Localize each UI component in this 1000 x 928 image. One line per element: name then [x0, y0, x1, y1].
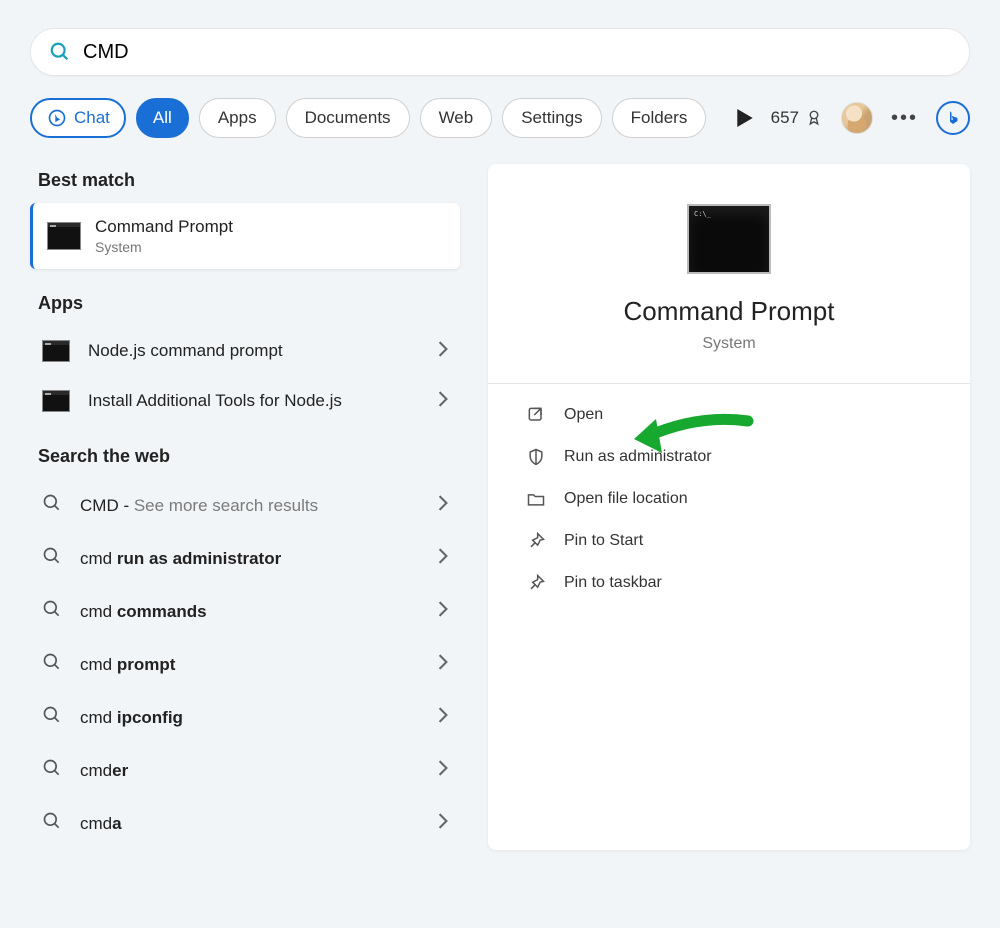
pin-icon: [526, 573, 546, 593]
web-item-label: cmd ipconfig: [80, 708, 420, 728]
app-item-node-tools[interactable]: Install Additional Tools for Node.js: [30, 376, 460, 426]
chevron-right-icon: [438, 391, 448, 412]
web-item-label: CMD - See more search results: [80, 496, 420, 516]
preview-panel: Command Prompt System Open Run as admini…: [488, 164, 970, 850]
points-count: 657: [771, 108, 799, 128]
filter-folders-label: Folders: [631, 108, 688, 128]
divider: [488, 383, 970, 384]
chevron-right-icon: [438, 495, 448, 516]
web-search-item[interactable]: cmd ipconfig: [30, 691, 460, 744]
chevron-right-icon: [438, 760, 448, 781]
action-pin-start[interactable]: Pin to Start: [512, 520, 946, 562]
filter-apps-label: Apps: [218, 108, 257, 128]
action-run-admin-label: Run as administrator: [564, 448, 712, 466]
filter-apps[interactable]: Apps: [199, 98, 276, 138]
play-icon[interactable]: [737, 109, 753, 127]
terminal-icon: [42, 390, 70, 412]
bing-icon[interactable]: [936, 101, 970, 135]
search-icon: [42, 652, 62, 677]
web-search-item[interactable]: cmd commands: [30, 585, 460, 638]
action-open-location-label: Open file location: [564, 490, 688, 508]
chevron-right-icon: [438, 548, 448, 569]
app-item-label: Node.js command prompt: [88, 341, 420, 361]
results-column: Best match Command Prompt System Apps No…: [30, 164, 460, 850]
search-input[interactable]: [83, 41, 951, 64]
section-best-match: Best match: [30, 164, 460, 203]
filter-all[interactable]: All: [136, 98, 189, 138]
search-icon: [42, 599, 62, 624]
user-avatar[interactable]: [841, 102, 873, 134]
command-prompt-large-icon: [687, 204, 771, 274]
pin-icon: [526, 531, 546, 551]
chat-chip-label: Chat: [74, 108, 110, 128]
chevron-right-icon: [438, 654, 448, 675]
action-pin-taskbar-label: Pin to taskbar: [564, 574, 662, 592]
shield-icon: [526, 447, 546, 467]
web-item-label: cmd prompt: [80, 655, 420, 675]
app-item-node-prompt[interactable]: Node.js command prompt: [30, 326, 460, 376]
medal-icon: [805, 108, 823, 128]
search-bar[interactable]: [30, 28, 970, 76]
search-icon: [42, 705, 62, 730]
web-item-label: cmder: [80, 761, 420, 781]
action-run-admin[interactable]: Run as administrator: [512, 436, 946, 478]
terminal-icon: [42, 340, 70, 362]
open-icon: [526, 405, 546, 425]
search-icon: [49, 41, 71, 63]
command-prompt-icon: [47, 222, 81, 250]
web-item-label: cmd commands: [80, 602, 420, 622]
filter-folders[interactable]: Folders: [612, 98, 707, 138]
section-search-web: Search the web: [30, 440, 460, 479]
filter-row: Chat All Apps Documents Web Settings Fol…: [30, 98, 970, 138]
search-icon: [42, 758, 62, 783]
action-open[interactable]: Open: [512, 394, 946, 436]
web-search-item[interactable]: cmd run as administrator: [30, 532, 460, 585]
filter-web[interactable]: Web: [420, 98, 493, 138]
section-apps: Apps: [30, 287, 460, 326]
bing-chat-icon: [46, 107, 68, 129]
filter-all-label: All: [153, 108, 172, 128]
web-search-item[interactable]: CMD - See more search results: [30, 479, 460, 532]
preview-title: Command Prompt: [512, 296, 946, 327]
web-item-label: cmd run as administrator: [80, 549, 420, 569]
web-search-item[interactable]: cmder: [30, 744, 460, 797]
app-item-label: Install Additional Tools for Node.js: [88, 391, 420, 411]
preview-subtitle: System: [512, 335, 946, 353]
search-icon: [42, 811, 62, 836]
filter-web-label: Web: [439, 108, 474, 128]
filter-documents[interactable]: Documents: [286, 98, 410, 138]
filter-settings-label: Settings: [521, 108, 582, 128]
filter-settings[interactable]: Settings: [502, 98, 601, 138]
chevron-right-icon: [438, 601, 448, 622]
best-match-subtitle: System: [95, 239, 233, 255]
chat-chip[interactable]: Chat: [30, 98, 126, 138]
web-search-item[interactable]: cmd prompt: [30, 638, 460, 691]
best-match-item[interactable]: Command Prompt System: [30, 203, 460, 269]
best-match-title: Command Prompt: [95, 217, 233, 237]
chevron-right-icon: [438, 341, 448, 362]
action-pin-start-label: Pin to Start: [564, 532, 643, 550]
folder-icon: [526, 489, 546, 509]
search-icon: [42, 493, 62, 518]
action-pin-taskbar[interactable]: Pin to taskbar: [512, 562, 946, 604]
action-open-label: Open: [564, 406, 603, 424]
search-icon: [42, 546, 62, 571]
web-search-item[interactable]: cmda: [30, 797, 460, 850]
rewards-points[interactable]: 657: [771, 108, 823, 128]
chevron-right-icon: [438, 813, 448, 834]
chevron-right-icon: [438, 707, 448, 728]
more-icon[interactable]: •••: [891, 107, 918, 130]
filter-documents-label: Documents: [305, 108, 391, 128]
action-open-location[interactable]: Open file location: [512, 478, 946, 520]
web-item-label: cmda: [80, 814, 420, 834]
